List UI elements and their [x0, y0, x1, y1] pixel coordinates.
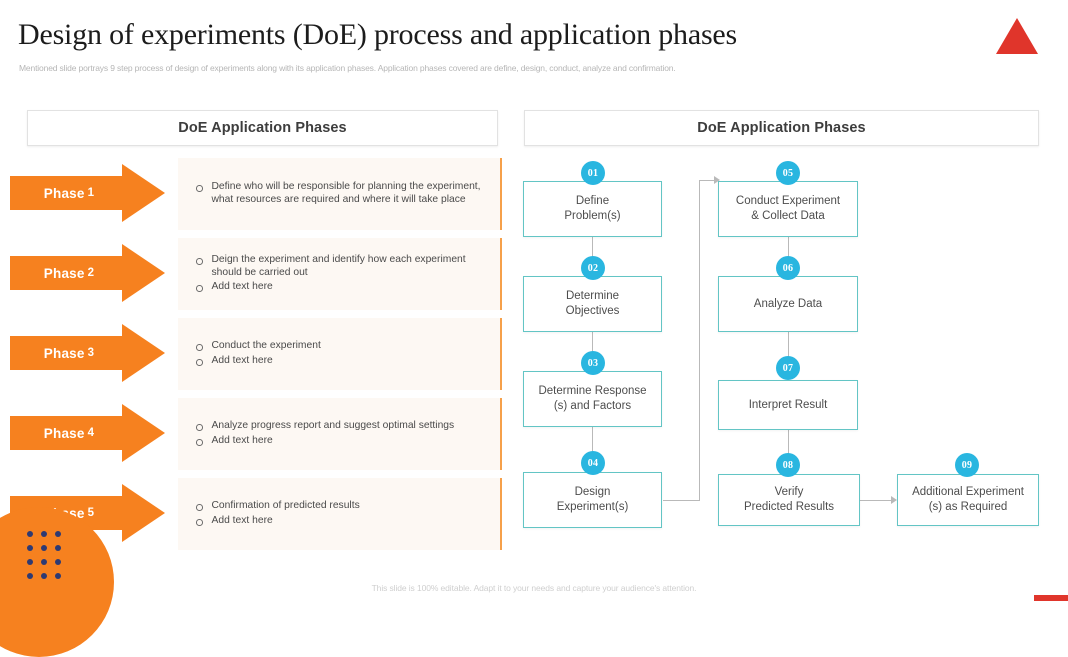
flow-node-06-line1: Analyze Data: [753, 297, 823, 310]
flow-node-03-text: Determine Response (s) and Factors: [538, 384, 646, 414]
flow-node-08-line2: Predicted Results: [743, 501, 835, 513]
flow-node-09-text: Additional Experiment (s) as Required: [912, 485, 1024, 515]
connector-04-05-v: [699, 180, 700, 501]
flow-node-07-line1: Interpret Result: [748, 398, 828, 411]
flow-node-04-line1: Design: [574, 486, 611, 498]
grid-dot: [41, 531, 47, 537]
flow-node-05-line2: & Collect Data: [751, 210, 825, 222]
dot-grid-decoration: [27, 531, 69, 587]
grid-dot: [27, 559, 33, 565]
grid-dot: [55, 545, 61, 551]
grid-dot: [27, 545, 33, 551]
flow-node-05-text: Conduct Experiment & Collect Data: [736, 194, 840, 224]
corner-red-accent: [1034, 595, 1068, 601]
flow-node-analyze-data[interactable]: Analyze Data: [718, 276, 858, 332]
flow-node-verify-predicted-results[interactable]: Verify Predicted Results: [718, 474, 860, 526]
flow-node-01-text: Define Problem(s): [564, 194, 620, 224]
flow-node-04-text: Design Experiment(s): [557, 485, 629, 515]
flow-node-02-line2: Objectives: [565, 305, 620, 317]
flow-badge-02: 02: [581, 256, 605, 280]
flow-badge-06: 06: [776, 256, 800, 280]
flow-node-08-text: Verify Predicted Results: [744, 485, 834, 515]
grid-dot: [41, 559, 47, 565]
flow-badge-01: 01: [581, 161, 605, 185]
flow-node-09-line2: (s) as Required: [928, 501, 1008, 513]
flow-node-01-line1: Define: [575, 195, 610, 207]
flow-node-01-line2: Problem(s): [564, 210, 621, 222]
flow-node-determine-response-factors[interactable]: Determine Response (s) and Factors: [523, 371, 662, 427]
flow-node-04-line2: Experiment(s): [556, 501, 629, 513]
flow-node-08-line1: Verify: [774, 486, 804, 498]
flow-badge-07: 07: [776, 356, 800, 380]
footer-note: This slide is 100% editable. Adapt it to…: [371, 583, 697, 593]
flow-badge-09: 09: [955, 453, 979, 477]
flow-node-09-line1: Additional Experiment: [912, 486, 1024, 498]
flow-node-additional-experiments-as-required[interactable]: Additional Experiment (s) as Required: [897, 474, 1039, 526]
flow-node-design-experiments[interactable]: Design Experiment(s): [523, 472, 662, 528]
flow-badge-08: 08: [776, 453, 800, 477]
grid-dot: [55, 531, 61, 537]
connector-04-05-h1: [663, 500, 699, 501]
flow-badge-03: 03: [581, 351, 605, 375]
flow-node-02-text: Determine Objectives: [566, 289, 620, 319]
flow-node-determine-objectives[interactable]: Determine Objectives: [523, 276, 662, 332]
grid-dot: [27, 573, 33, 579]
flow-node-03-line1: Determine Response: [538, 385, 647, 397]
grid-dot: [41, 573, 47, 579]
grid-dot: [27, 531, 33, 537]
doe-process-flowchart: 01 Define Problem(s) 02 Determine Object…: [0, 0, 1068, 601]
grid-dot: [55, 573, 61, 579]
connector-08-09: [860, 500, 893, 501]
grid-dot: [55, 559, 61, 565]
flow-node-03-line2: (s) and Factors: [553, 400, 632, 412]
grid-dot: [41, 545, 47, 551]
flow-node-05-line1: Conduct Experiment: [735, 195, 841, 207]
flow-badge-05: 05: [776, 161, 800, 185]
flow-badge-04: 04: [581, 451, 605, 475]
flow-node-define-problems[interactable]: Define Problem(s): [523, 181, 662, 237]
flow-node-02-line1: Determine: [565, 290, 620, 302]
flow-node-interpret-result[interactable]: Interpret Result: [718, 380, 858, 430]
flow-node-conduct-experiment-collect-data[interactable]: Conduct Experiment & Collect Data: [718, 181, 858, 237]
